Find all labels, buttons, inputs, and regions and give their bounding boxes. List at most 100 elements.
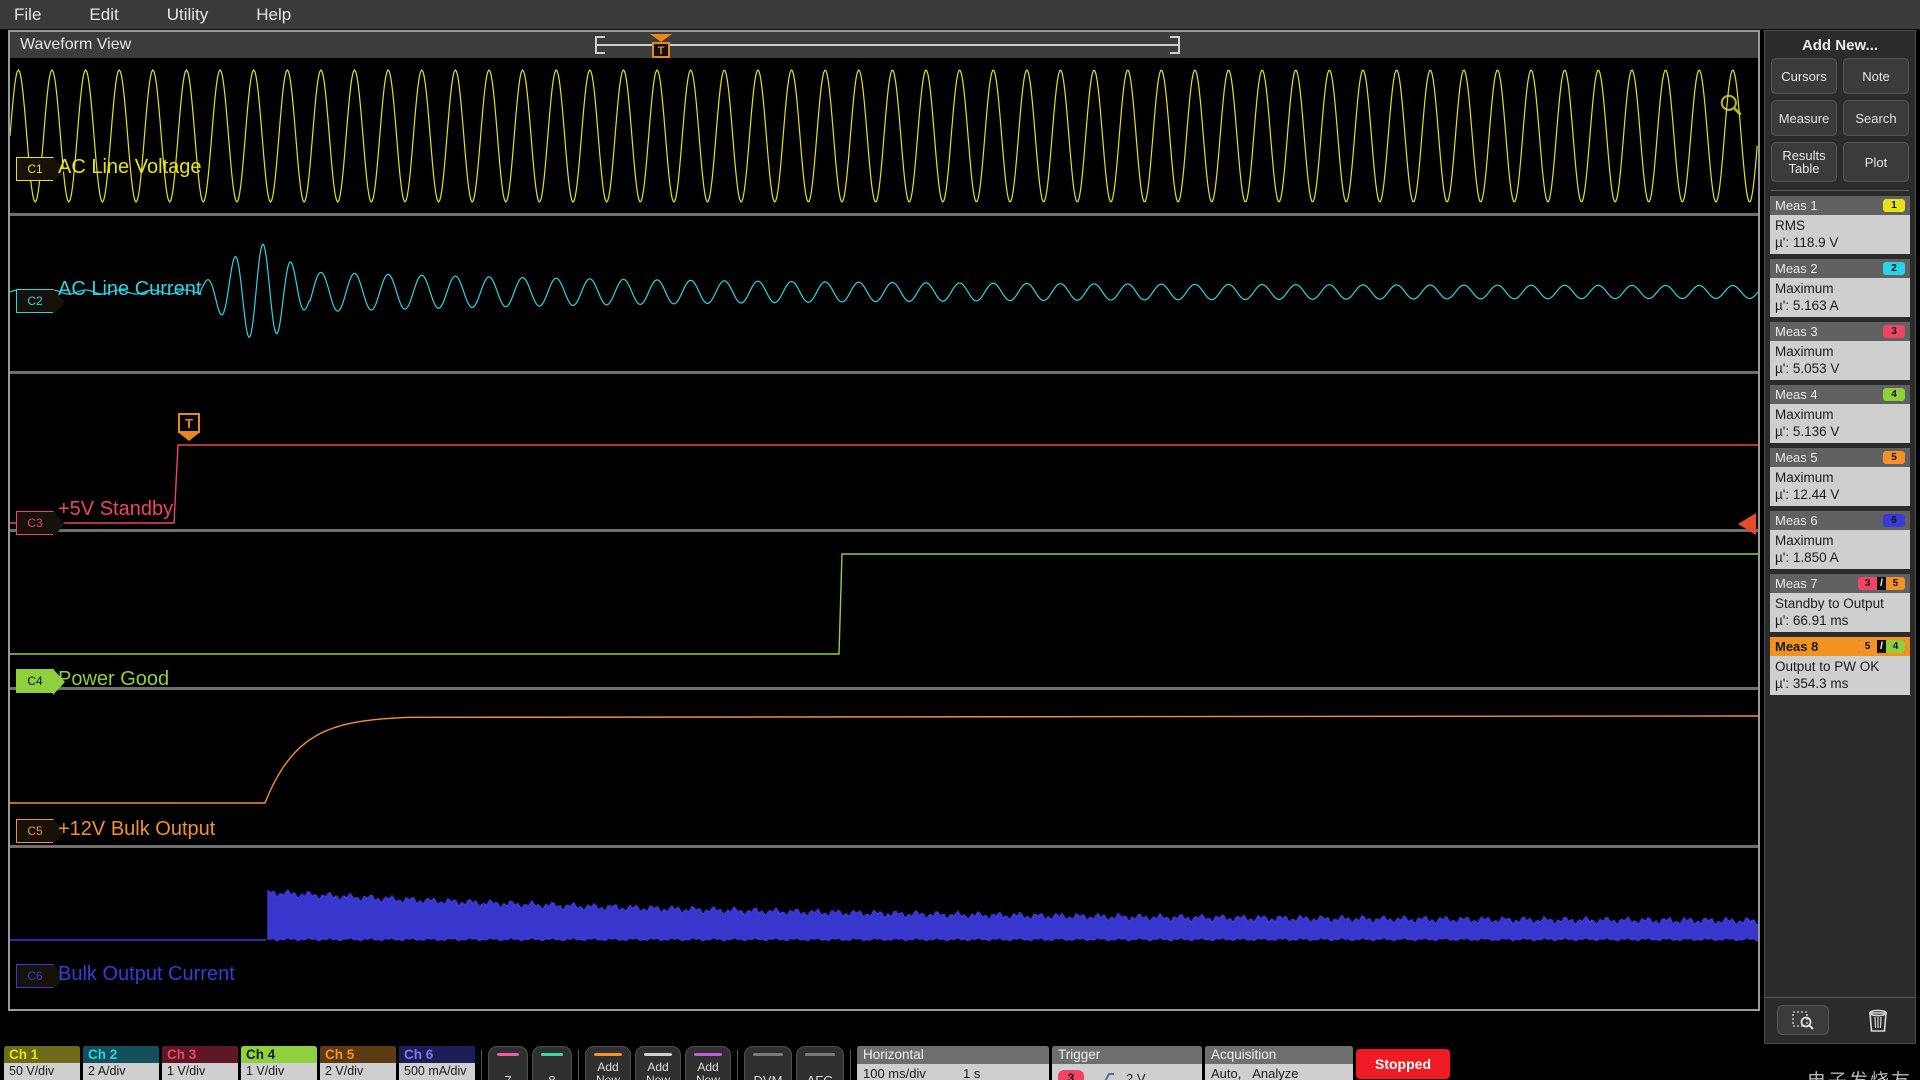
add-new-math-button[interactable]: AddNewMath xyxy=(585,1046,631,1080)
afg-button[interactable]: AFG xyxy=(796,1046,844,1080)
measurement-type: Output to PW OK xyxy=(1775,659,1880,674)
channel-card-ch3[interactable]: Ch 31 V/div5 MHzBw xyxy=(162,1046,238,1080)
horizontal-scale: 100 ms/div xyxy=(863,1066,926,1080)
waveform-grid[interactable]: T C1 AC Line Voltage C2 AC Line Current C3 +5… xyxy=(10,58,1758,1009)
measurement-source-badge: 6 xyxy=(1883,514,1905,527)
instrument-buttons: DVM AFG xyxy=(744,1046,844,1080)
horizontal-title: Horizontal xyxy=(857,1046,1049,1064)
dvm-button[interactable]: DVM xyxy=(744,1046,792,1080)
add-cursors-button[interactable]: Cursors xyxy=(1771,58,1837,94)
measurement-name: Meas 2 xyxy=(1775,261,1818,276)
channel-card-ch6[interactable]: Ch 6500 mA/div1 MΩ5 MHzBw xyxy=(399,1046,475,1080)
channel-card-title: Ch 1 xyxy=(4,1046,80,1063)
overview-trigger-label: T xyxy=(652,42,670,58)
trigger-marker-label: T xyxy=(178,413,200,433)
add-new-ref-button[interactable]: AddNewRef xyxy=(635,1046,681,1080)
overview-trigger-marker[interactable]: T xyxy=(650,34,672,58)
add-plot-button[interactable]: Plot xyxy=(1843,142,1909,182)
channel-scale: 2 A/div xyxy=(88,1064,126,1078)
channel-badge-c5[interactable]: C5 xyxy=(16,818,65,845)
menu-item-help[interactable]: Help xyxy=(256,5,317,25)
run-stop-button[interactable]: Stopped xyxy=(1356,1049,1450,1079)
channel-label-c5: +12V Bulk Output xyxy=(58,818,216,840)
trigger-level: 2 V xyxy=(1126,1070,1146,1080)
measurement-item[interactable]: Meas 3 3 Maximum µ': 5.053 V xyxy=(1770,322,1910,380)
channel-badge-c2[interactable]: C2 xyxy=(16,288,65,315)
channel-badge-c1[interactable]: C1 xyxy=(16,156,65,183)
measurement-source-badge-pair: 5/4 xyxy=(1858,640,1905,653)
measurement-item[interactable]: Meas 1 1 RMS µ': 118.9 V xyxy=(1770,196,1910,254)
sidebar-tools xyxy=(1765,997,1915,1043)
trigger-panel[interactable]: Trigger 3 2 V xyxy=(1052,1046,1202,1080)
channel-scale: 1 V/div xyxy=(246,1064,285,1078)
measurement-source-badge: 2 xyxy=(1883,262,1905,275)
measurement-value: µ': 12.44 V xyxy=(1775,487,1840,502)
waveform-view-panel[interactable]: Waveform View T T C1 AC Line Voltage C2 … xyxy=(8,30,1760,1011)
waveform-overview-bar[interactable]: T xyxy=(595,34,1180,58)
divider xyxy=(481,1050,482,1080)
measurement-item[interactable]: Meas 5 5 Maximum µ': 12.44 V xyxy=(1770,448,1910,506)
measurement-name: Meas 6 xyxy=(1775,513,1818,528)
button-label: 8 xyxy=(548,1072,556,1080)
button-label: AddNewBus xyxy=(695,1059,720,1080)
trash-icon[interactable] xyxy=(1852,1005,1904,1035)
channel-card-ch1[interactable]: Ch 150 V/div1 MΩ5 MHzBw xyxy=(4,1046,80,1080)
measurement-item[interactable]: Meas 7 3/5 Standby to Output µ': 66.91 ms xyxy=(1770,574,1910,632)
overview-bracket-right[interactable] xyxy=(1170,36,1180,54)
measurement-type: Maximum xyxy=(1775,281,1834,296)
button-label: AddNewRef xyxy=(645,1059,670,1080)
channel-card-ch5[interactable]: Ch 52 V/div1 MΩ5 MHzBw xyxy=(320,1046,396,1080)
button-color-bar xyxy=(594,1053,622,1056)
measurement-name: Meas 1 xyxy=(1775,198,1818,213)
measurement-source-badge: 5 xyxy=(1883,451,1905,464)
button-label: AFG xyxy=(806,1072,834,1080)
channel-card-ch4[interactable]: Ch 41 V/div5 MHzBw xyxy=(241,1046,317,1080)
measurement-source-badge: 4 xyxy=(1883,388,1905,401)
menu-item-utility[interactable]: Utility xyxy=(167,5,235,25)
trigger-title: Trigger xyxy=(1052,1046,1202,1064)
channel-button-7[interactable]: 7 xyxy=(488,1046,528,1080)
channel-badge-c4[interactable]: C4 xyxy=(16,668,65,695)
horizontal-panel[interactable]: Horizontal 100 ms/div1 s SR: 12.5 MS/s80… xyxy=(857,1046,1049,1080)
measurement-item[interactable]: Meas 2 2 Maximum µ': 5.163 A xyxy=(1770,259,1910,317)
channel-card-title: Ch 6 xyxy=(399,1046,475,1063)
add-results-table-button[interactable]: Results Table xyxy=(1771,142,1837,182)
trigger-marker-arrow-icon xyxy=(179,433,199,441)
channel-badge-c6[interactable]: C6 xyxy=(16,963,65,990)
button-color-bar xyxy=(694,1053,722,1056)
measurement-item[interactable]: Meas 6 6 Maximum µ': 1.850 A xyxy=(1770,511,1910,569)
measurement-value: µ': 5.136 V xyxy=(1775,424,1840,439)
button-color-bar xyxy=(497,1053,519,1056)
search-icon[interactable] xyxy=(1718,92,1744,118)
channel-scale: 1 V/div xyxy=(167,1064,206,1078)
watermark-line1: 电子发烧友 xyxy=(1804,1066,1912,1080)
slice-separator xyxy=(10,213,1758,216)
channel-label-c6: Bulk Output Current xyxy=(58,963,235,985)
channel-card-ch2[interactable]: Ch 22 A/div1 MΩ5 MHzBw xyxy=(83,1046,159,1080)
add-search-button[interactable]: Search xyxy=(1843,100,1909,136)
overview-bracket-left[interactable] xyxy=(595,36,605,54)
extra-channel-buttons: 78 xyxy=(488,1046,572,1080)
acquisition-panel[interactable]: Acquisition Auto, Analyze High Res: 16 b… xyxy=(1205,1046,1353,1080)
measurement-item[interactable]: Meas 4 4 Maximum µ': 5.136 V xyxy=(1770,385,1910,443)
add-note-button[interactable]: Note xyxy=(1843,58,1909,94)
slice-separator xyxy=(10,371,1758,374)
zoom-area-icon[interactable] xyxy=(1776,1005,1829,1035)
measurement-value: µ': 5.163 A xyxy=(1775,298,1839,313)
add-new-bus-button[interactable]: AddNewBus xyxy=(685,1046,731,1080)
channel-badge-c3[interactable]: C3 xyxy=(16,510,65,537)
measurement-source-badge: 1 xyxy=(1883,199,1905,212)
rising-edge-icon xyxy=(1104,1072,1114,1080)
measurement-type: Maximum xyxy=(1775,470,1834,485)
channel-level-marker-c3[interactable] xyxy=(1738,513,1756,535)
measurement-value: µ': 1.850 A xyxy=(1775,550,1839,565)
channel-button-8[interactable]: 8 xyxy=(532,1046,572,1080)
acquisition-analyze: Analyze xyxy=(1252,1066,1299,1080)
trigger-marker[interactable]: T xyxy=(178,413,202,441)
measurement-item[interactable]: Meas 8 5/4 Output to PW OK µ': 354.3 ms xyxy=(1770,637,1910,695)
menu-item-file[interactable]: File xyxy=(14,5,67,25)
measurement-type: Maximum xyxy=(1775,533,1834,548)
add-measure-button[interactable]: Measure xyxy=(1771,100,1837,136)
menu-item-edit[interactable]: Edit xyxy=(89,5,144,25)
measurement-type: Maximum xyxy=(1775,344,1834,359)
